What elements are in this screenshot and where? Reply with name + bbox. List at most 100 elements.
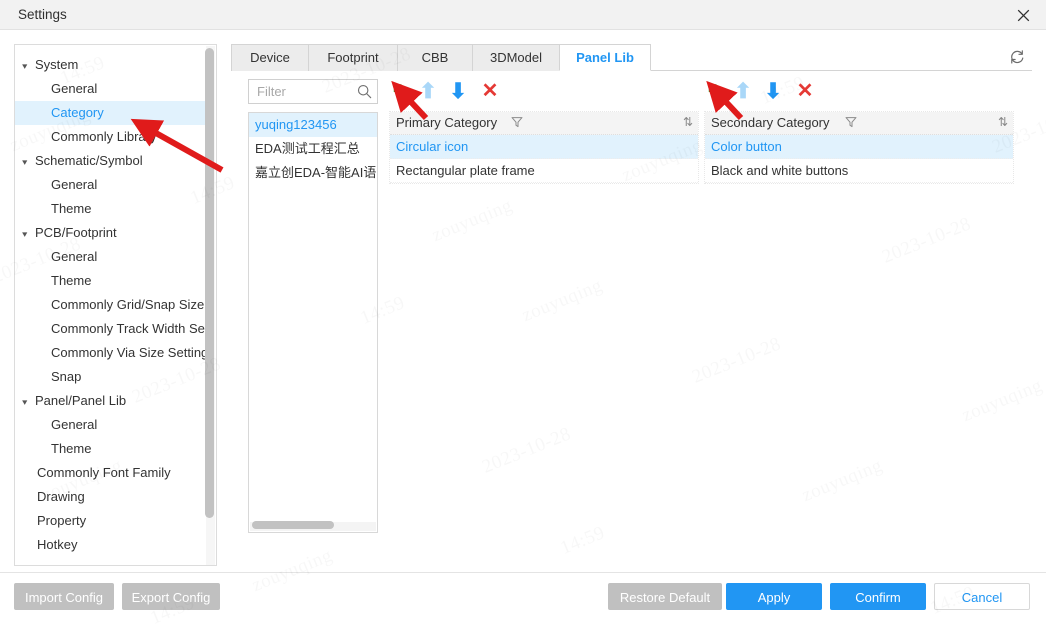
list-item[interactable]: EDA测试工程汇总 <box>249 137 377 161</box>
project-list-hscrollbar-thumb[interactable] <box>252 521 334 529</box>
project-list: yuqing123456 EDA测试工程汇总 嘉立创EDA-智能AI语 <box>248 112 378 533</box>
sidebar-item-property[interactable]: Property <box>15 509 208 533</box>
sidebar-item-general[interactable]: General <box>15 173 208 197</box>
secondary-category-rows: Color button Black and white buttons <box>705 135 1013 183</box>
sidebar-tree: ▾ System General Category Commonly Library ▾ S… <box>15 45 208 557</box>
chevron-down-icon[interactable]: ▾ <box>22 222 36 245</box>
tab-cbb[interactable]: CBB <box>397 44 473 71</box>
sort-icon[interactable]: ⇅ <box>998 115 1008 129</box>
sidebar-item-label: System <box>35 57 79 72</box>
sidebar-item-hotkey[interactable]: Hotkey <box>15 533 208 557</box>
project-items-container: yuqing123456 EDA测试工程汇总 嘉立创EDA-智能AI语 <box>249 113 377 185</box>
sidebar-item-label: Commonly Library <box>51 129 157 144</box>
sidebar-item-label: Theme <box>51 273 92 288</box>
primary-category-rows: Circular icon Rectangular plate frame <box>390 135 698 183</box>
tab-3dmodel[interactable]: 3DModel <box>472 44 560 71</box>
sidebar-item-commonly-font-family[interactable]: Commonly Font Family <box>15 461 208 485</box>
table-row[interactable]: Color button <box>705 135 1013 159</box>
sidebar-item-label: Panel/Panel Lib <box>35 393 127 408</box>
sidebar-item-label: Theme <box>51 201 92 216</box>
sidebar-item-theme[interactable]: Theme <box>15 197 208 221</box>
primary-add-icon[interactable]: + <box>389 78 411 103</box>
sidebar-item-label: General <box>51 249 98 264</box>
sidebar-item-label: General <box>51 81 98 96</box>
chevron-down-icon[interactable]: ▾ <box>22 390 36 413</box>
sidebar-item-theme[interactable]: Theme <box>15 437 208 461</box>
primary-category-header: Primary Category ⇅ <box>390 112 698 135</box>
sidebar-item-pcb-footprint[interactable]: ▾ PCB/Footprint <box>15 221 208 245</box>
funnel-icon[interactable] <box>511 116 525 130</box>
close-icon[interactable] <box>1010 4 1036 26</box>
sidebar-item-label: Commonly Font Family <box>37 465 171 480</box>
restore-default-button[interactable]: Restore Default <box>608 583 722 610</box>
funnel-icon[interactable] <box>845 116 859 130</box>
secondary-category-table: Secondary Category ⇅ Color button Black a… <box>704 111 1014 184</box>
sidebar-item-system[interactable]: ▾ System <box>15 53 208 77</box>
secondary-move-up-icon[interactable]: ⬆ <box>732 79 754 103</box>
main-panel: DeviceFootprintCBB3DModelPanel Lib yuqin… <box>231 44 1032 566</box>
import-config-button[interactable]: Import Config <box>14 583 114 610</box>
sidebar-item-commonly-via-size-setting[interactable]: Commonly Via Size Setting <box>15 341 208 365</box>
project-list-hscrollbar-track[interactable] <box>250 521 376 531</box>
secondary-delete-icon[interactable]: ✕ <box>794 79 816 103</box>
cancel-button[interactable]: Cancel <box>934 583 1030 610</box>
export-config-button[interactable]: Export Config <box>122 583 220 610</box>
sidebar-item-label: Snap <box>51 369 82 384</box>
search-icon[interactable] <box>357 84 372 99</box>
table-row[interactable]: Circular icon <box>390 135 698 159</box>
sidebar-item-commonly-track-width-setti[interactable]: Commonly Track Width Setti <box>15 317 208 341</box>
sidebar-item-label: Commonly Via Size Setting <box>51 345 208 360</box>
list-item[interactable]: 嘉立创EDA-智能AI语 <box>249 161 377 185</box>
sidebar-item-label: Category <box>51 105 104 120</box>
sidebar-item-panel-panel-lib[interactable]: ▾ Panel/Panel Lib <box>15 389 208 413</box>
primary-category-header-label: Primary Category <box>396 115 498 130</box>
sidebar-item-general[interactable]: General <box>15 77 208 101</box>
sidebar-item-drawing[interactable]: Drawing <box>15 485 208 509</box>
filter-box <box>248 79 378 104</box>
list-item[interactable]: yuqing123456 <box>249 113 377 137</box>
sidebar-item-theme[interactable]: Theme <box>15 269 208 293</box>
chevron-down-icon[interactable]: ▾ <box>22 54 36 77</box>
title-bar: Settings <box>0 0 1046 30</box>
sidebar-item-commonly-grid-snap-size-s[interactable]: Commonly Grid/Snap Size S <box>15 293 208 317</box>
primary-move-up-icon[interactable]: ⬆ <box>417 79 439 103</box>
sidebar-item-schematic-symbol[interactable]: ▾ Schematic/Symbol <box>15 149 208 173</box>
table-row[interactable]: Rectangular plate frame <box>390 159 698 183</box>
page-title: Settings <box>18 7 67 22</box>
sidebar-item-general[interactable]: General <box>15 413 208 437</box>
sidebar-item-general[interactable]: General <box>15 245 208 269</box>
sidebar-scrollbar-track[interactable] <box>205 46 215 565</box>
tab-bar: Device Footprint CBB 3DModel Panel Lib <box>231 44 1032 71</box>
confirm-button[interactable]: Confirm <box>830 583 926 610</box>
primary-delete-icon[interactable]: ✕ <box>479 79 501 103</box>
sidebar-item-label: PCB/Footprint <box>35 225 117 240</box>
refresh-icon[interactable] <box>1008 48 1028 68</box>
secondary-category-header-label: Secondary Category <box>711 115 830 130</box>
sidebar-item-category[interactable]: Category <box>15 101 208 125</box>
sidebar-item-label: General <box>51 177 98 192</box>
primary-category-table: Primary Category ⇅ Circular icon Rectangu… <box>389 111 699 184</box>
sidebar-item-label: Commonly Track Width Setti <box>51 321 208 336</box>
sidebar-scrollbar-thumb[interactable] <box>205 48 214 518</box>
sidebar-item-label: Schematic/Symbol <box>35 153 143 168</box>
secondary-move-down-icon[interactable]: ⬇ <box>762 79 784 103</box>
tab-footprint[interactable]: Footprint <box>308 44 398 71</box>
sidebar-item-snap[interactable]: Snap <box>15 365 208 389</box>
apply-button[interactable]: Apply <box>726 583 822 610</box>
secondary-add-icon[interactable]: + <box>704 78 726 103</box>
search-input[interactable] <box>249 80 355 103</box>
sidebar-item-label: General <box>51 417 98 432</box>
chevron-down-icon[interactable]: ▾ <box>22 150 36 173</box>
primary-category-toolbar: + ⬆ ⬇ ✕ <box>389 78 699 105</box>
tab-panel-lib[interactable]: Panel Lib <box>559 44 651 71</box>
secondary-category-toolbar: + ⬆ ⬇ ✕ <box>704 78 1014 105</box>
table-row[interactable]: Black and white buttons <box>705 159 1013 183</box>
sidebar-item-label: Drawing <box>37 489 85 504</box>
footer-button-bar: Import Config Export Config Restore Defa… <box>0 572 1046 624</box>
sort-icon[interactable]: ⇅ <box>683 115 693 129</box>
sidebar-item-label: Commonly Grid/Snap Size S <box>51 297 208 312</box>
primary-move-down-icon[interactable]: ⬇ <box>447 79 469 103</box>
secondary-category-header: Secondary Category ⇅ <box>705 112 1013 135</box>
tab-device[interactable]: Device <box>231 44 309 71</box>
sidebar-item-commonly-library[interactable]: Commonly Library <box>15 125 208 149</box>
